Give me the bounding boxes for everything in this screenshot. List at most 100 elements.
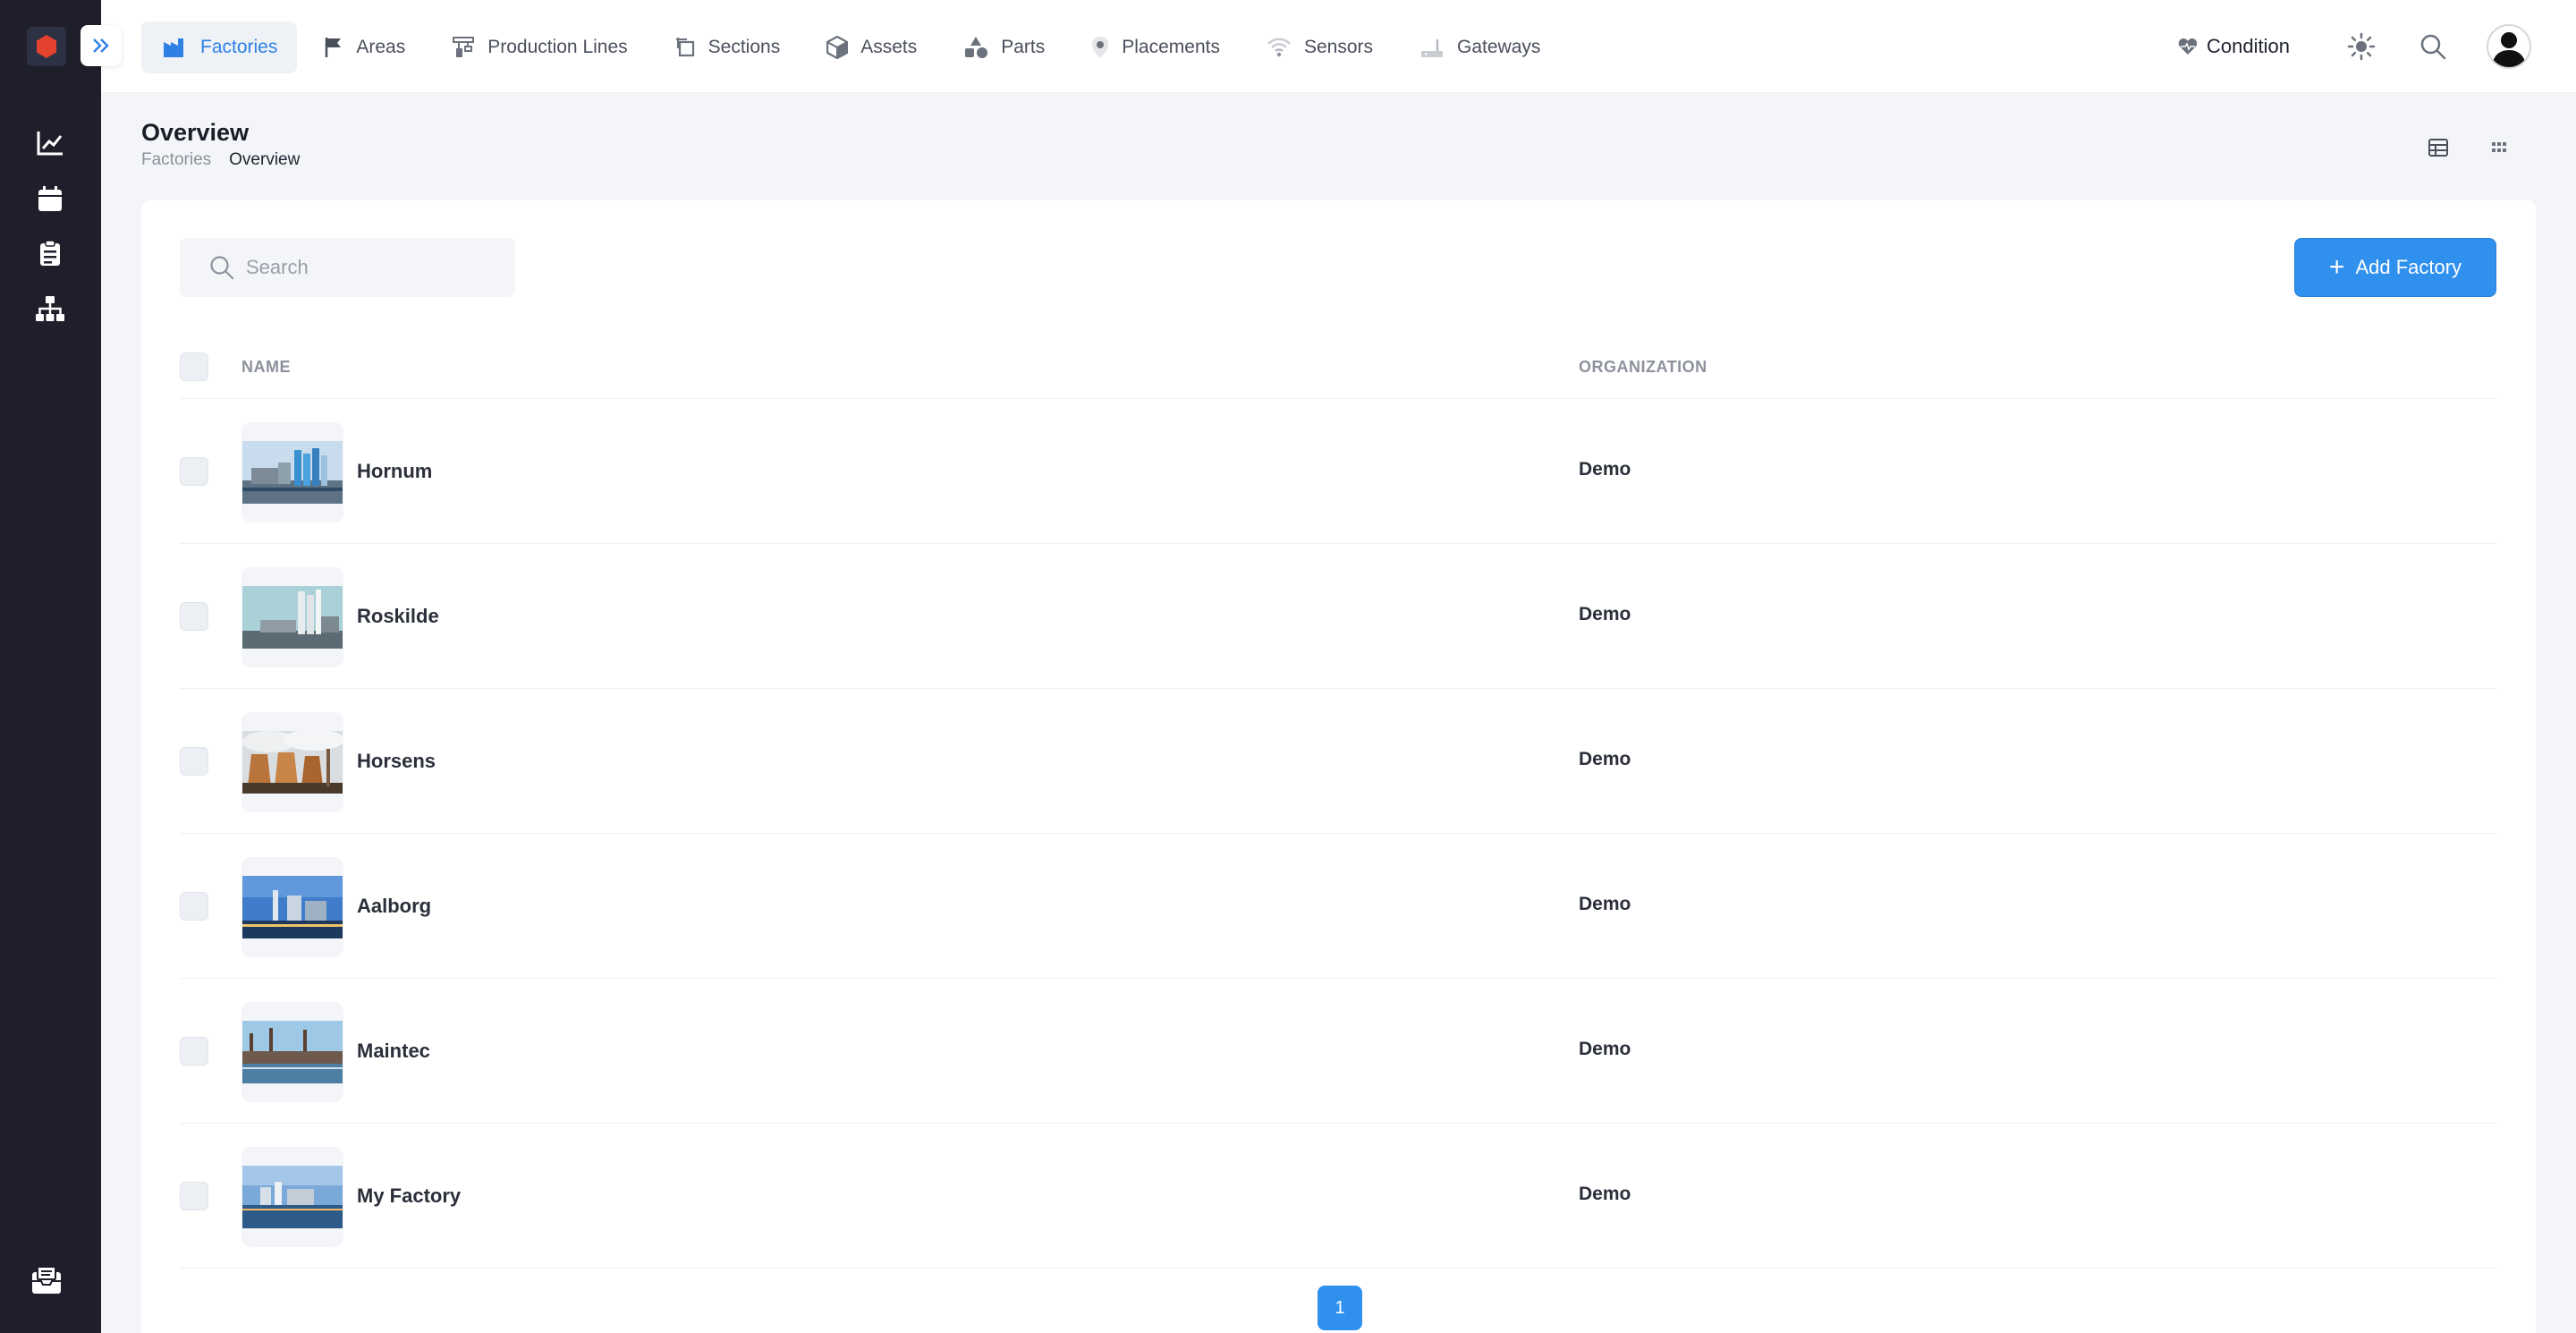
table-header: NAME ORGANIZATION [180,336,2496,399]
add-factory-label: Add Factory [2355,256,2462,278]
top-navigation-bar: Factories Areas Production Lines Section… [101,0,2576,93]
factory-organization: Demo [1579,604,1631,624]
row-checkbox[interactable] [180,1037,208,1066]
condition-button[interactable]: Condition [2178,35,2290,58]
left-sidebar [0,0,101,1333]
nav-item-areas[interactable]: Areas [302,21,425,73]
top-right-controls: Condition [2178,0,2576,93]
user-icon [2492,32,2526,67]
factory-organization: Demo [1579,894,1631,914]
factory-organization: Demo [1579,1184,1631,1204]
factories-card: + Add Factory NAME ORGANIZATION Hornum D… [141,200,2536,1333]
app-logo[interactable] [27,27,66,66]
main-nav: Factories Areas Production Lines Section… [141,21,1565,73]
factory-name[interactable]: My Factory [357,1184,461,1208]
table-row[interactable]: Roskilde Demo [180,544,2496,689]
chevrons-right-icon [93,38,109,53]
sidebar-expand-button[interactable] [80,25,122,66]
factory-organization: Demo [1579,749,1631,769]
table-row[interactable]: Horsens Demo [180,689,2496,834]
router-icon [1421,39,1444,57]
cube-icon [826,36,849,59]
nav-item-placements[interactable]: Placements [1070,21,1240,73]
nav-item-sensors[interactable]: Sensors [1245,21,1393,73]
condition-label: Condition [2207,35,2290,57]
nav-item-factories[interactable]: Factories [141,21,298,73]
add-factory-button[interactable]: + Add Factory [2294,238,2496,297]
section-icon [675,38,694,57]
factory-image-icon [242,586,343,649]
table-row[interactable]: Aalborg Demo [180,834,2496,979]
factory-name[interactable]: Maintec [357,1040,430,1063]
row-checkbox[interactable] [180,457,208,486]
table-icon [2428,139,2448,157]
breadcrumb: Factories Overview [141,150,300,170]
table-view-button[interactable] [2422,132,2454,163]
column-header-organization[interactable]: ORGANIZATION [1579,358,1707,377]
search-icon [2420,34,2446,60]
factory-image-icon [242,876,343,938]
factory-thumbnail [242,422,343,522]
production-line-icon [453,37,475,57]
select-all-checkbox[interactable] [180,352,208,381]
nav-item-production-lines[interactable]: Production Lines [430,21,647,73]
search-box[interactable] [180,238,515,297]
factory-name[interactable]: Roskilde [357,605,439,628]
pagination-page-button[interactable]: 1 [1318,1286,1362,1330]
nav-item-label: Areas [356,37,406,57]
nav-item-label: Sections [708,37,781,57]
page-title: Overview [141,119,250,146]
factory-image-icon [242,1021,343,1083]
row-checkbox[interactable] [180,602,208,631]
plus-icon: + [2328,252,2345,282]
theme-toggle-button[interactable] [2343,29,2379,64]
table-row[interactable]: Maintec Demo [180,979,2496,1124]
heart-pulse-icon [2178,38,2198,55]
nav-item-parts[interactable]: Parts [942,21,1064,73]
factory-icon [164,38,183,57]
column-header-name[interactable]: NAME [242,358,291,377]
row-checkbox[interactable] [180,892,208,921]
search-icon [210,256,234,280]
shapes-icon [965,37,988,58]
nav-item-label: Production Lines [487,37,628,57]
grid-view-button[interactable] [2483,132,2515,163]
factory-organization: Demo [1579,459,1631,480]
table-row[interactable]: Hornum Demo [180,399,2496,544]
row-checkbox[interactable] [180,747,208,776]
sun-icon [2347,32,2376,61]
row-checkbox[interactable] [180,1182,208,1210]
table-row[interactable]: My Factory Demo [180,1124,2496,1269]
chart-line-icon[interactable] [32,125,68,161]
breadcrumb-item-factories[interactable]: Factories [141,150,211,170]
logo-hexagon-icon [37,35,56,58]
factory-name[interactable]: Hornum [357,460,432,483]
factory-thumbnail [242,857,343,957]
search-input[interactable] [246,256,496,279]
factory-image-icon [242,1166,343,1228]
flag-icon [326,38,342,57]
calendar-icon[interactable] [32,181,68,217]
factory-thumbnail [242,712,343,812]
hierarchy-icon[interactable] [32,291,68,327]
nav-item-assets[interactable]: Assets [805,21,936,73]
nav-item-sections[interactable]: Sections [653,21,801,73]
nav-item-label: Factories [200,37,278,57]
factory-thumbnail [242,567,343,667]
nav-item-label: Gateways [1457,37,1541,57]
nav-item-label: Parts [1001,37,1046,57]
clipboard-icon[interactable] [32,235,68,271]
user-avatar[interactable] [2487,24,2531,69]
factory-thumbnail [242,1147,343,1247]
map-pin-icon [1092,37,1109,58]
factory-thumbnail [242,1002,343,1102]
inbox-icon[interactable] [29,1262,64,1298]
global-search-button[interactable] [2415,29,2451,64]
factory-name[interactable]: Aalborg [357,895,431,918]
grid-dots-icon [2492,142,2506,152]
nav-item-gateways[interactable]: Gateways [1398,21,1560,73]
factory-organization: Demo [1579,1039,1631,1059]
nav-item-label: Placements [1122,37,1220,57]
factory-name[interactable]: Horsens [357,750,436,773]
nav-item-label: Assets [860,37,918,57]
